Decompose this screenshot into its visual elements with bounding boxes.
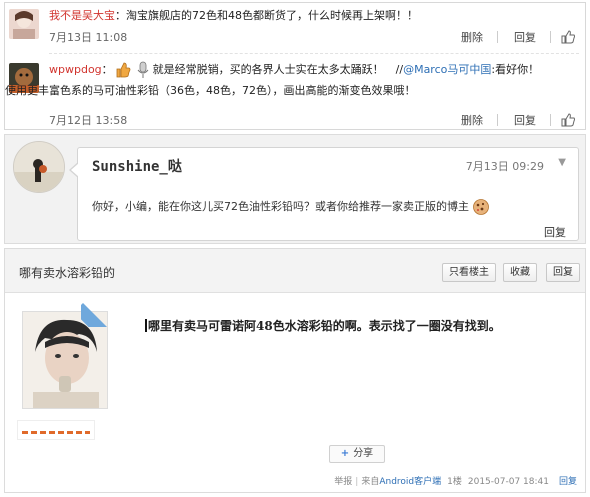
share-button[interactable]: + 分享 xyxy=(329,445,385,463)
comment-username-link[interactable]: 我不是吴大宝 xyxy=(49,9,115,22)
forward-separator: // xyxy=(395,63,404,76)
cookie-emoji-icon xyxy=(473,199,489,215)
comment-content: ：淘宝旗舰店的72色和48色都断货了，什么时候再上架啊！！ xyxy=(115,9,418,22)
delete-button[interactable]: 删除 xyxy=(461,29,483,45)
only-op-button[interactable]: 只看楼主 xyxy=(442,263,496,282)
post-footer: 举报 | 来自Android客户端 1楼 2015-07-07 18:41 回复 xyxy=(334,474,577,487)
reply-button[interactable]: 回复 xyxy=(514,29,536,45)
message-text: 你好，小编，能在你这儿买72色油性彩铅吗？或者你给推荐一家卖正版的博主 xyxy=(92,198,491,216)
floor-number: 1楼 xyxy=(447,477,462,487)
reply-link[interactable]: 回复 xyxy=(559,477,577,487)
divider xyxy=(497,31,498,43)
thread-panel: 哪有卖水溶彩铅的 只看楼主 收藏 回复 楼主 哪里有卖马可雷诺阿48色水溶彩铅的… xyxy=(4,248,586,493)
collect-button[interactable]: 收藏 xyxy=(503,263,537,282)
post-text: 哪里有卖马可雷诺阿48色水溶彩铅的啊。表示找了一圈没有找到。 xyxy=(148,319,501,333)
avatar[interactable] xyxy=(9,9,39,39)
divider xyxy=(550,31,551,43)
divider: | xyxy=(355,477,359,487)
thumbs-up-emoji-icon xyxy=(116,62,131,78)
message-time: 7月13日 09:29 xyxy=(465,160,544,173)
divider xyxy=(49,53,579,54)
comment-text: 我不是吴大宝：淘宝旗舰店的72色和48色都断货了，什么时候再上架啊！！ xyxy=(49,5,579,26)
divider xyxy=(497,114,498,126)
post-datetime: 2015-07-07 18:41 xyxy=(467,477,549,487)
comment-list-panel: 我不是吴大宝：淘宝旗舰店的72色和48色都断货了，什么时候再上架啊！！ 7月13… xyxy=(4,2,586,130)
reply-button[interactable]: 回复 xyxy=(546,263,580,282)
text-cursor xyxy=(145,319,147,332)
reply-button[interactable]: 回复 xyxy=(514,112,536,128)
message-username[interactable]: Sunshine_哒 xyxy=(92,156,182,176)
comment-time: 7月12日 13:58 xyxy=(49,114,128,127)
comment-content-line2: 使用更丰富色系的马可油性彩铅（36色，48色，72色），画出高能的渐变色效果哦！ xyxy=(5,84,416,97)
comment-colon: ： xyxy=(101,63,113,76)
from-label: 来自 xyxy=(361,477,380,487)
thread-title: 哪有卖水溶彩铅的 xyxy=(19,266,116,280)
level-bar xyxy=(22,431,90,434)
thread-header: 哪有卖水溶彩铅的 只看楼主 收藏 回复 xyxy=(5,249,585,293)
comment-content: :看好你！ xyxy=(491,63,540,76)
thumbs-up-icon[interactable] xyxy=(561,30,575,44)
report-link[interactable]: 举报 xyxy=(334,477,352,487)
chevron-down-icon[interactable]: ▼ xyxy=(558,157,566,168)
message-content: 你好，小编，能在你这儿买72色油性彩铅吗？或者你给推荐一家卖正版的博主 xyxy=(92,200,469,213)
reply-button[interactable]: 回复 xyxy=(544,224,566,240)
mention-link[interactable]: @Marco马可中国 xyxy=(403,63,491,76)
microphone-emoji-icon xyxy=(137,61,149,78)
comment-username-link[interactable]: wpwpdog xyxy=(49,63,102,76)
client-link[interactable]: Android客户端 xyxy=(379,477,441,487)
plus-icon: + xyxy=(340,448,350,459)
avatar[interactable] xyxy=(13,141,65,193)
share-label: 分享 xyxy=(353,448,374,459)
comment-text: wpwpdog： 就是经常脱销，买的各界人士实在太多太踊跃！ //@Marco马可中… xyxy=(5,59,579,101)
delete-button[interactable]: 删除 xyxy=(461,112,483,128)
message-panel: Sunshine_哒 7月13日 09:29 ▼ 你好，小编，能在你这儿买72色… xyxy=(4,134,586,244)
comment-time: 7月13日 11:08 xyxy=(49,31,128,44)
thumbs-up-icon[interactable] xyxy=(561,113,575,127)
user-level-card xyxy=(17,420,95,440)
post-content: 哪里有卖马可雷诺阿48色水溶彩铅的啊。表示找了一圈没有找到。 xyxy=(145,317,501,334)
comment-content: 就是经常脱销，买的各界人士实在太多太踊跃！ xyxy=(152,63,384,76)
comment-actions: 删除 回复 xyxy=(445,29,575,45)
op-badge: 楼主 xyxy=(81,293,115,327)
comment-actions: 删除 回复 xyxy=(445,112,575,128)
op-badge-label: 楼主 xyxy=(94,293,112,312)
divider xyxy=(550,114,551,126)
message-bubble: Sunshine_哒 7月13日 09:29 ▼ 你好，小编，能在你这儿买72色… xyxy=(69,147,579,241)
